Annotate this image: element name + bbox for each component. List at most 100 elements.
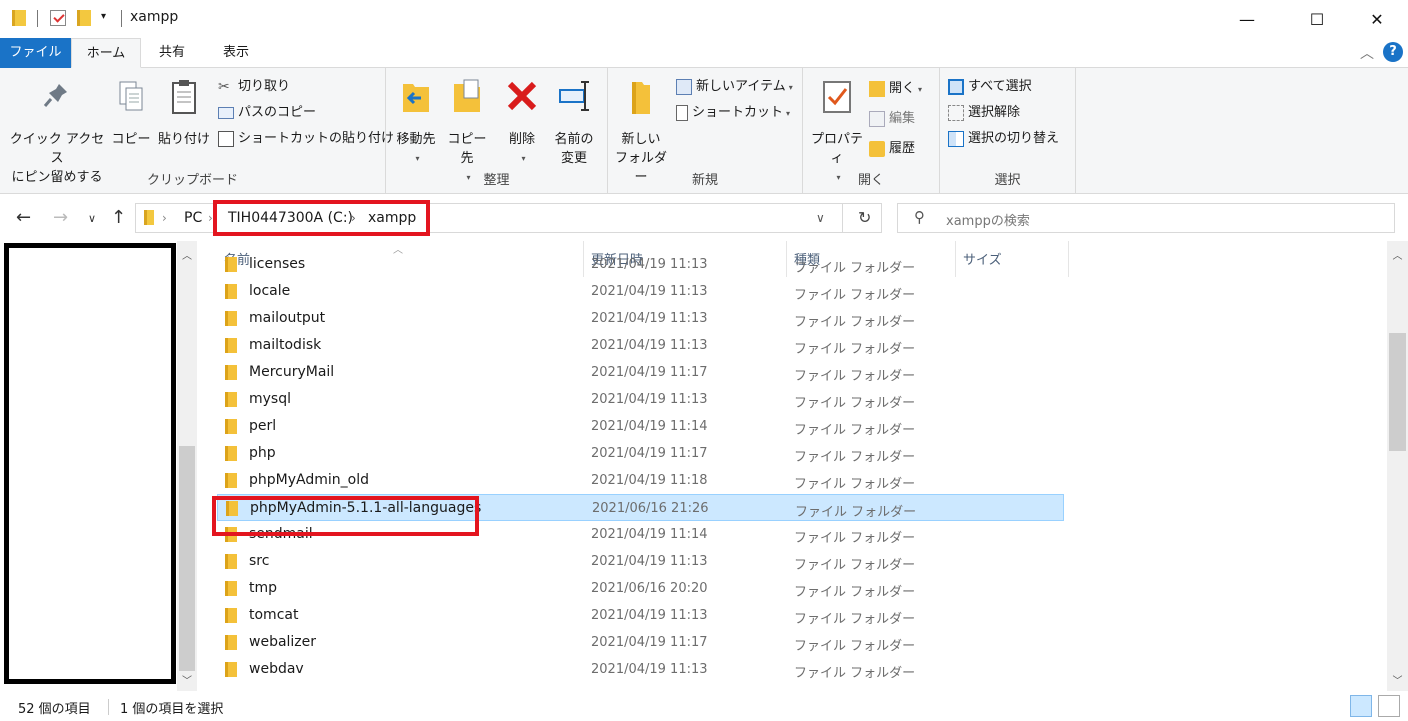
forward-arrow-icon[interactable]: → [53, 207, 68, 228]
folder-icon [225, 392, 237, 407]
table-row[interactable]: webalizer 2021/04/19 11:17 ファイル フォルダー [217, 629, 1064, 656]
open-group: プロパティ ▾ 開く ▾ 編集 履歴 開く [803, 68, 940, 194]
invert-selection-button[interactable]: 選択の切り替え [948, 128, 1059, 150]
select-none-button[interactable]: 選択解除 [948, 102, 1020, 124]
select-all-label: すべて選択 [968, 79, 1032, 94]
file-list-scrollbar[interactable]: ︿ ﹀ [1387, 241, 1408, 691]
file-date: 2021/04/19 11:14 [591, 419, 708, 434]
copy-path-button[interactable]: パスのコピー [218, 102, 316, 124]
file-type: ファイル フォルダー [794, 666, 916, 681]
paste-shortcut-button[interactable]: ショートカットの貼り付け [218, 128, 394, 150]
properties-label: プロパティ [810, 132, 863, 166]
table-row[interactable]: licenses 2021/04/19 11:13 ファイル フォルダー [217, 251, 1064, 278]
help-icon[interactable]: ? [1383, 42, 1403, 62]
history-button[interactable]: 履歴 [869, 138, 915, 160]
table-row[interactable]: mailoutput 2021/04/19 11:13 ファイル フォルダー [217, 305, 1064, 332]
navigation-bar: ← → ∨ ↑ › PC › TIH0447300A (C:) › xampp … [0, 195, 1408, 241]
file-type: ファイル フォルダー [794, 450, 916, 465]
tab-home[interactable]: ホーム [71, 38, 141, 68]
file-type: ファイル フォルダー [794, 612, 916, 627]
copy-button[interactable]: コピー [110, 78, 152, 149]
minimize-button[interactable]: — [1224, 0, 1270, 38]
history-label: 履歴 [889, 141, 916, 156]
move-to-button[interactable]: 移動先 ▾ [392, 76, 440, 168]
scroll-down-arrow-icon[interactable]: ﹀ [177, 672, 197, 687]
file-date: 2021/04/19 11:13 [591, 338, 708, 353]
scroll-up-arrow-icon[interactable]: ︿ [1387, 247, 1408, 262]
paste-button[interactable]: 貼り付け [156, 78, 212, 149]
refresh-icon[interactable]: ↻ [858, 208, 871, 227]
search-box[interactable]: ⚲ xamppの検索 [897, 203, 1395, 233]
table-row[interactable]: mysql 2021/04/19 11:13 ファイル フォルダー [217, 386, 1064, 413]
properties-quick-icon[interactable] [50, 10, 66, 26]
table-row[interactable]: MercuryMail 2021/04/19 11:17 ファイル フォルダー [217, 359, 1064, 386]
delete-button[interactable]: 削除 ▾ [502, 76, 542, 168]
file-date: 2021/04/19 11:13 [591, 662, 708, 677]
table-row[interactable]: locale 2021/04/19 11:13 ファイル フォルダー [217, 278, 1064, 305]
new-item-button[interactable]: 新しいアイテム ▾ [676, 76, 793, 98]
tab-view[interactable]: 表示 [203, 38, 269, 68]
tab-file[interactable]: ファイル [0, 38, 71, 68]
folder-icon [12, 10, 26, 26]
rename-label-line2: 変更 [560, 151, 587, 166]
table-row[interactable]: tomcat 2021/04/19 11:13 ファイル フォルダー [217, 602, 1064, 629]
folder-icon [225, 338, 237, 353]
table-row[interactable]: phpMyAdmin_old 2021/04/19 11:18 ファイル フォルダー [217, 467, 1064, 494]
organize-group-label: 整理 [483, 173, 510, 188]
table-row[interactable]: mailtodisk 2021/04/19 11:13 ファイル フォルダー [217, 332, 1064, 359]
select-all-button[interactable]: すべて選択 [948, 76, 1032, 98]
close-button[interactable]: ✕ [1354, 0, 1400, 38]
back-arrow-icon[interactable]: ← [16, 207, 31, 228]
up-arrow-icon[interactable]: ↑ [111, 207, 126, 228]
breadcrumb-separator-icon[interactable]: › [162, 211, 167, 225]
edit-button[interactable]: 編集 [869, 108, 915, 130]
file-date: 2021/04/19 11:13 [591, 257, 708, 272]
collapse-ribbon-icon[interactable]: ︿ [1360, 43, 1374, 63]
nav-pane-scrollbar[interactable]: ︿ ﹀ [177, 241, 197, 691]
new-folder-quick-icon[interactable] [77, 10, 91, 26]
maximize-button[interactable]: ☐ [1294, 0, 1340, 38]
new-group: 新しい フォルダー 新しいアイテム ▾ ショートカット ▾ 新規 [608, 68, 803, 194]
file-type: ファイル フォルダー [795, 505, 917, 520]
folder-icon [225, 419, 237, 434]
rename-button[interactable]: 名前の 変更 [550, 76, 598, 168]
rename-label-line1: 名前の [554, 132, 594, 147]
scroll-thumb[interactable] [1389, 333, 1406, 451]
table-row[interactable]: src 2021/04/19 11:13 ファイル フォルダー [217, 548, 1064, 575]
tab-share[interactable]: 共有 [141, 38, 203, 68]
large-icons-view-icon[interactable] [1378, 695, 1400, 717]
table-row[interactable]: php 2021/04/19 11:17 ファイル フォルダー [217, 440, 1064, 467]
easy-access-button[interactable]: ショートカット ▾ [676, 102, 790, 124]
customize-quick-access-icon[interactable]: ▾ [101, 11, 106, 22]
selected-count: 1 個の項目を選択 [120, 702, 224, 717]
scissors-icon: ✂ [218, 78, 230, 95]
file-date: 2021/06/16 20:20 [591, 581, 708, 596]
search-icon: ⚲ [914, 208, 925, 226]
divider [121, 10, 122, 27]
paste-shortcut-icon [218, 130, 234, 147]
table-row[interactable]: webdav 2021/04/19 11:13 ファイル フォルダー [217, 656, 1064, 683]
search-input[interactable]: xamppの検索 [946, 210, 1030, 229]
new-folder-icon [632, 82, 650, 114]
copy-to-label: コピー先 [447, 132, 487, 166]
shortcut-label: ショートカット [692, 105, 784, 120]
scroll-up-arrow-icon[interactable]: ︿ [177, 247, 197, 262]
item-count: 52 個の項目 [18, 702, 91, 717]
file-type: ファイル フォルダー [794, 423, 916, 438]
history-icon [869, 140, 885, 157]
scroll-thumb[interactable] [179, 446, 195, 671]
open-button[interactable]: 開く ▾ [869, 78, 922, 100]
details-view-icon[interactable] [1350, 695, 1372, 717]
move-to-label: 移動先 [396, 132, 436, 147]
cut-button[interactable]: ✂ 切り取り [218, 76, 290, 98]
breadcrumb-pc[interactable]: PC [184, 210, 202, 226]
table-row[interactable]: tmp 2021/06/16 20:20 ファイル フォルダー [217, 575, 1064, 602]
scroll-down-arrow-icon[interactable]: ﹀ [1387, 672, 1408, 687]
address-dropdown-icon[interactable]: ∨ [816, 211, 825, 225]
file-name: locale [249, 283, 291, 299]
table-row[interactable]: perl 2021/04/19 11:14 ファイル フォルダー [217, 413, 1064, 440]
recent-locations-chevron-icon[interactable]: ∨ [88, 212, 96, 225]
new-group-label: 新規 [691, 173, 718, 188]
folder-icon [225, 284, 237, 299]
delete-dropdown-icon: ▾ [521, 154, 526, 163]
